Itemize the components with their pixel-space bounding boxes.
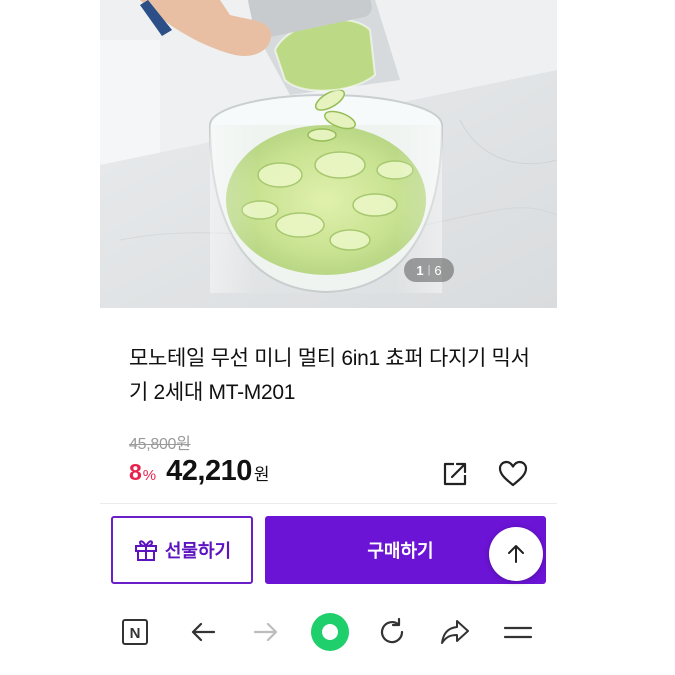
- currency-unit: 원: [253, 465, 270, 484]
- menu-icon: [503, 626, 533, 639]
- pager-current: 1: [416, 262, 424, 278]
- gift-icon: [134, 540, 157, 561]
- green-dot-button[interactable]: [308, 610, 352, 654]
- original-price: 45,800원: [129, 436, 191, 453]
- wishlist-button[interactable]: [497, 458, 529, 490]
- heart-icon: [498, 460, 528, 487]
- scroll-top-button[interactable]: [489, 527, 543, 581]
- share-icon: [443, 462, 467, 486]
- share-button[interactable]: [440, 459, 470, 489]
- back-button[interactable]: [183, 612, 223, 652]
- gift-button-label: 선물하기: [164, 541, 232, 561]
- share-page-button[interactable]: [435, 612, 475, 652]
- image-pager: 1 | 6: [404, 258, 454, 282]
- refresh-icon: [380, 617, 404, 644]
- naver-letter: N: [130, 625, 141, 642]
- price-row: 8 % 42,210 원: [129, 455, 269, 495]
- divider: [100, 503, 557, 504]
- discount-unit: %: [142, 467, 157, 484]
- pager-separator: |: [427, 264, 431, 276]
- menu-button[interactable]: [498, 612, 538, 652]
- browser-toolbar: N: [100, 600, 557, 662]
- back-arrow-icon: [191, 622, 216, 642]
- forward-arrow-icon: [253, 622, 278, 642]
- product-photo-illustration: [100, 0, 557, 308]
- gift-button[interactable]: 선물하기: [111, 516, 253, 584]
- discount-rate: 8: [129, 459, 142, 485]
- forward-button[interactable]: [246, 612, 286, 652]
- green-dot-icon: [311, 613, 349, 651]
- share-arrow-icon: [441, 620, 469, 644]
- buy-button-label: 구매하기: [367, 541, 434, 561]
- naver-home-button[interactable]: N: [115, 612, 155, 652]
- refresh-button[interactable]: [372, 612, 412, 652]
- sale-price: 42,210: [166, 455, 252, 487]
- pager-total: 6: [434, 262, 442, 278]
- product-page: 1 | 6 모노테일 무선 미니 멀티 6in1 쵸퍼 다지기 믹서기 2세대 …: [0, 0, 675, 675]
- product-title: 모노테일 무선 미니 멀티 6in1 쵸퍼 다지기 믹서기 2세대 MT-M20…: [129, 347, 530, 404]
- arrow-up-icon: [508, 545, 524, 563]
- product-image[interactable]: 1 | 6: [100, 0, 557, 308]
- naver-home-icon: N: [122, 619, 148, 645]
